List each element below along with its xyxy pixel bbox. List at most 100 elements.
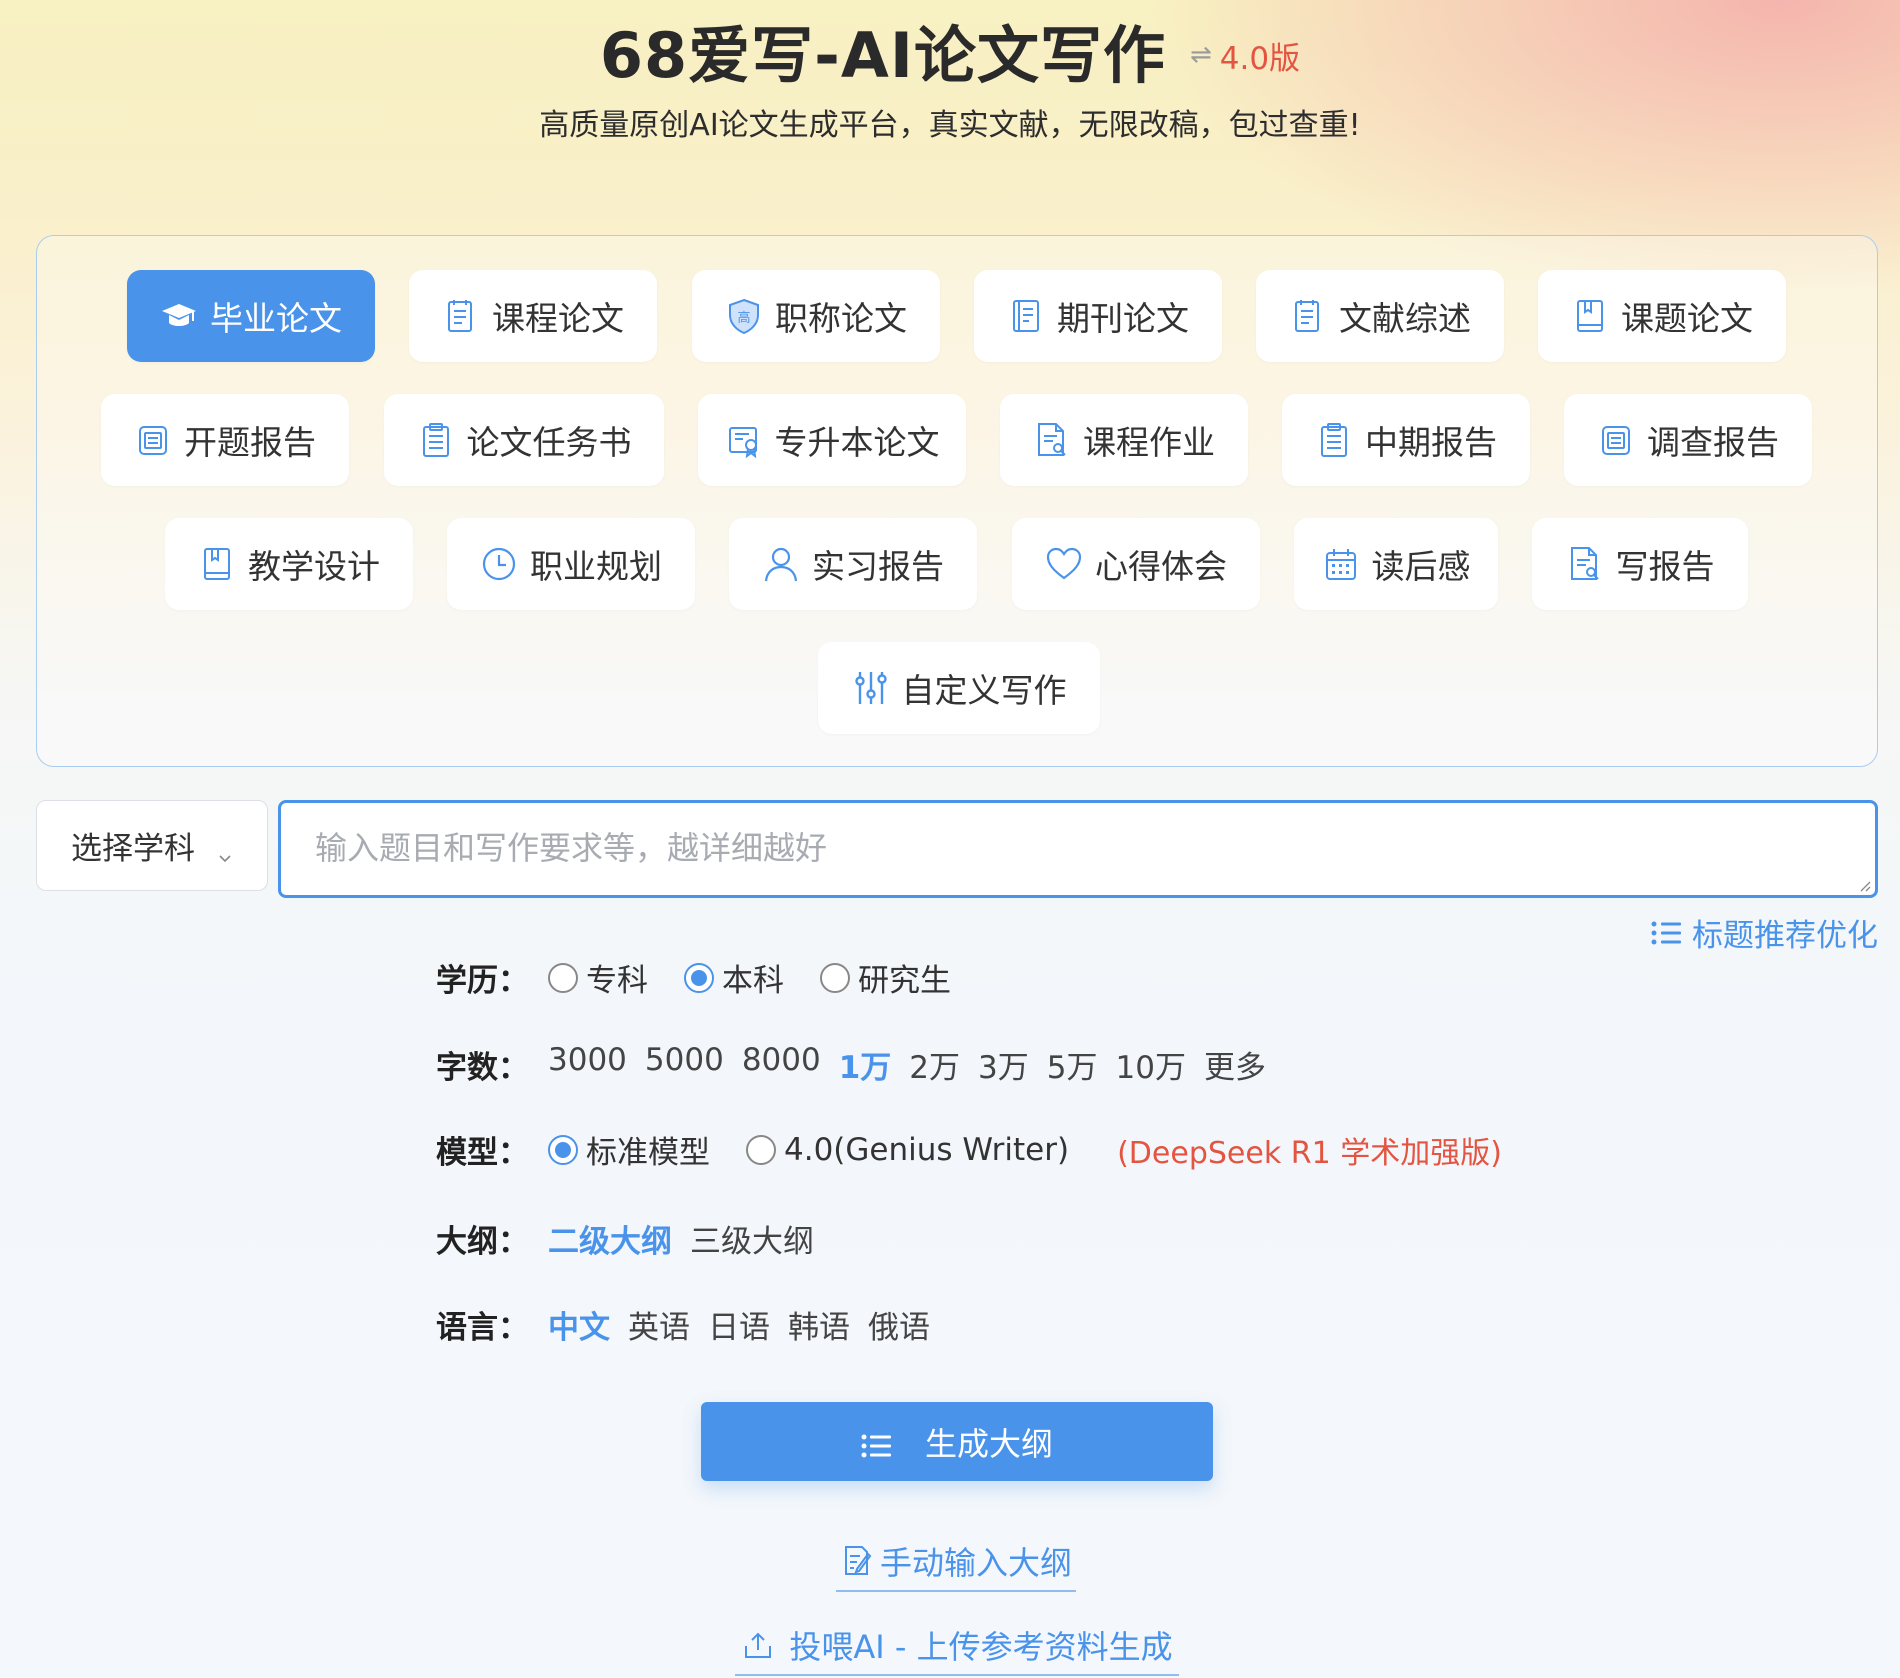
subject-select[interactable]: 选择学科 bbox=[36, 800, 268, 891]
model-radio[interactable]: 4.0(Genius Writer) bbox=[746, 1132, 1069, 1168]
page-title: 68爱写-AI论文写作 bbox=[599, 19, 1166, 92]
education-radio[interactable]: 专科 bbox=[548, 955, 648, 1000]
language-label: 语言： bbox=[436, 1310, 529, 1346]
category-label: 职业规划 bbox=[530, 547, 662, 586]
manual-outline-label: 手动输入大纲 bbox=[879, 1544, 1072, 1582]
sliders-icon bbox=[852, 669, 890, 707]
category-button[interactable]: 高 职称论文 bbox=[692, 270, 940, 362]
category-label: 教学设计 bbox=[248, 547, 380, 586]
calendar-icon bbox=[1322, 545, 1360, 583]
outline-option[interactable]: 二级大纲 bbox=[548, 1216, 672, 1261]
clipboard-icon bbox=[1315, 421, 1353, 459]
category-button[interactable]: 课程作业 bbox=[1000, 394, 1248, 486]
category-button[interactable]: 期刊论文 bbox=[974, 270, 1222, 362]
category-button[interactable]: 心得体会 bbox=[1012, 518, 1260, 610]
category-label: 课题论文 bbox=[1621, 299, 1753, 338]
radio-circle-icon bbox=[820, 962, 850, 993]
generate-outline-label: 生成大纲 bbox=[924, 1424, 1053, 1463]
category-label: 写报告 bbox=[1615, 547, 1715, 586]
heart-icon bbox=[1045, 545, 1083, 583]
language-option[interactable]: 日语 bbox=[708, 1302, 770, 1347]
category-label: 调查报告 bbox=[1647, 423, 1779, 462]
category-label: 职称论文 bbox=[775, 299, 907, 338]
language-option[interactable]: 英语 bbox=[628, 1302, 690, 1347]
word-count-row: 字数： 3000 5000 8000 1万 2万 3万 5万 10万 更多 bbox=[436, 1042, 1284, 1087]
category-button[interactable]: 教学设计 bbox=[165, 518, 413, 610]
category-label: 自定义写作 bbox=[901, 671, 1067, 710]
clock-icon bbox=[480, 545, 518, 583]
category-label: 论文任务书 bbox=[466, 423, 632, 462]
category-button[interactable]: 写报告 bbox=[1532, 518, 1748, 610]
file-search-icon bbox=[1566, 545, 1604, 583]
list-icon bbox=[1650, 919, 1682, 947]
report-icon bbox=[134, 421, 172, 459]
category-button[interactable]: 课题论文 bbox=[1538, 270, 1786, 362]
model-note: (DeepSeek R1 学术加强版) bbox=[1117, 1135, 1502, 1171]
generate-outline-button[interactable]: 生成大纲 bbox=[701, 1402, 1213, 1481]
version-switch[interactable]: ⇌ 4.0版 bbox=[1190, 33, 1300, 78]
category-label: 专升本论文 bbox=[774, 423, 940, 462]
word-count-option[interactable]: 8000 bbox=[742, 1042, 821, 1087]
upload-icon bbox=[741, 1628, 775, 1662]
word-count-option[interactable]: 10万 bbox=[1116, 1042, 1186, 1087]
list-icon bbox=[861, 1429, 891, 1457]
word-count-option[interactable]: 2万 bbox=[909, 1042, 960, 1087]
page-subtitle: 高质量原创AI论文生成平台，真实文献，无限改稿，包过查重! bbox=[539, 108, 1361, 143]
category-button[interactable]: 课程论文 bbox=[409, 270, 657, 362]
resize-handle-icon[interactable] bbox=[1857, 877, 1871, 892]
upload-reference-link[interactable]: 投喂AI - 上传参考资料生成 bbox=[735, 1622, 1179, 1676]
category-button[interactable]: 专升本论文 bbox=[698, 394, 966, 486]
category-label: 读后感 bbox=[1371, 547, 1471, 586]
manual-outline-link[interactable]: 手动输入大纲 bbox=[836, 1538, 1076, 1592]
shield-badge-icon: 高 bbox=[725, 297, 763, 335]
report-icon bbox=[1597, 421, 1635, 459]
category-label: 实习报告 bbox=[812, 547, 944, 586]
category-button[interactable]: 实习报告 bbox=[729, 518, 977, 610]
swap-icon: ⇌ bbox=[1189, 40, 1212, 70]
subject-select-label: 选择学科 bbox=[71, 831, 195, 867]
language-option[interactable]: 中文 bbox=[548, 1302, 610, 1347]
language-option[interactable]: 俄语 bbox=[868, 1302, 930, 1347]
topic-input[interactable] bbox=[281, 803, 1821, 893]
category-label: 期刊论文 bbox=[1057, 299, 1189, 338]
word-count-option[interactable]: 3万 bbox=[978, 1042, 1029, 1087]
category-button[interactable]: 文献综述 bbox=[1256, 270, 1504, 362]
category-button[interactable]: 读后感 bbox=[1294, 518, 1498, 610]
category-label: 毕业论文 bbox=[210, 299, 342, 338]
category-label: 开题报告 bbox=[184, 423, 316, 462]
language-option[interactable]: 韩语 bbox=[788, 1302, 850, 1347]
category-label: 中期报告 bbox=[1365, 423, 1497, 462]
category-button[interactable]: 职业规划 bbox=[447, 518, 695, 610]
education-row: 学历： 专科 本科 研究生 bbox=[436, 955, 987, 1000]
category-button[interactable]: 调查报告 bbox=[1564, 394, 1812, 486]
category-button[interactable]: 自定义写作 bbox=[818, 642, 1100, 734]
certificate-icon bbox=[725, 421, 763, 459]
model-radio[interactable]: 标准模型 bbox=[548, 1127, 710, 1172]
word-count-option[interactable]: 3000 bbox=[548, 1042, 627, 1087]
category-button[interactable]: 论文任务书 bbox=[384, 394, 664, 486]
title-recommend-link[interactable]: 标题推荐优化 bbox=[1650, 910, 1878, 955]
education-radio[interactable]: 研究生 bbox=[820, 955, 951, 1000]
book-icon bbox=[198, 545, 236, 583]
clipboard-icon bbox=[417, 421, 455, 459]
word-count-option[interactable]: 1万 bbox=[839, 1042, 892, 1087]
document-icon bbox=[1289, 297, 1327, 335]
chevron-down-icon bbox=[217, 838, 233, 862]
radio-circle-icon bbox=[746, 1134, 776, 1165]
user-icon bbox=[762, 545, 800, 583]
category-label: 文献综述 bbox=[1339, 299, 1471, 338]
category-button[interactable]: 毕业论文 bbox=[127, 270, 375, 362]
word-count-option[interactable]: 更多 bbox=[1204, 1042, 1266, 1087]
file-search-icon bbox=[1033, 421, 1071, 459]
category-button[interactable]: 中期报告 bbox=[1282, 394, 1530, 486]
outline-option[interactable]: 三级大纲 bbox=[690, 1216, 814, 1261]
word-count-option[interactable]: 5万 bbox=[1047, 1042, 1098, 1087]
upload-reference-label: 投喂AI - 上传参考资料生成 bbox=[789, 1628, 1173, 1666]
model-label: 模型： bbox=[436, 1135, 529, 1171]
education-radio[interactable]: 本科 bbox=[684, 955, 784, 1000]
word-count-option[interactable]: 5000 bbox=[645, 1042, 724, 1087]
document-icon bbox=[442, 297, 480, 335]
category-button[interactable]: 开题报告 bbox=[101, 394, 349, 486]
svg-text:高: 高 bbox=[737, 310, 750, 326]
topic-input-box bbox=[278, 800, 1878, 898]
